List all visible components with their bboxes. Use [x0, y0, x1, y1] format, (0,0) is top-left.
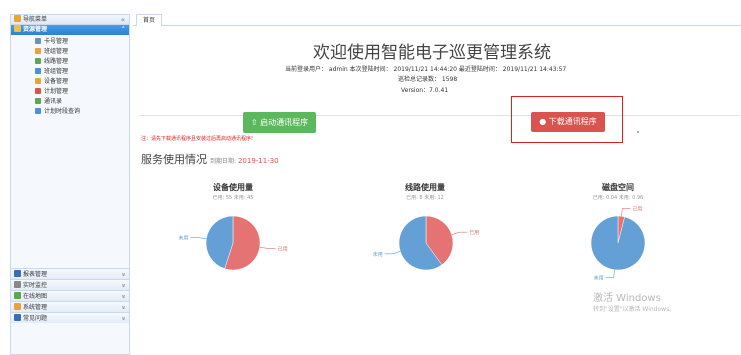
sidebar: 导航菜单 « 资源管理 ˄ 卡号管理 班组管理 线路管理 班组管理 设备管理 计划管理 通讯… [10, 14, 130, 355]
sidebar-item-label: 卡号管理 [44, 38, 69, 45]
chevron-down-icon[interactable]: » [117, 305, 128, 309]
sidebar-group[interactable]: 系统管理 » [11, 301, 129, 312]
sidebar-item[interactable]: 线路管理 [11, 57, 129, 67]
sidebar-item-label: 计划时段查询 [44, 108, 81, 115]
sidebar-group-icon [14, 292, 21, 299]
sidebar-item-icon [35, 68, 41, 74]
pie-label-line [190, 237, 207, 240]
sidebar-bottom-groups: 报表管理 » 实时监控 » 在线地图 » 系统管理 » 常见问题 » [11, 268, 129, 323]
sidebar-item-icon [35, 78, 41, 84]
sidebar-item-icon [35, 108, 41, 114]
pie-slice-label: 已用 [632, 206, 642, 212]
pie-slice-label: 已用 [469, 230, 479, 236]
sidebar-item-label: 通讯录 [44, 98, 63, 105]
sidebar-group[interactable]: 报表管理 » [11, 268, 129, 279]
sidebar-item-label: 线路管理 [44, 58, 69, 65]
pie-slice[interactable] [590, 215, 646, 271]
pie-slice-label: 未用 [373, 251, 383, 258]
sidebar-group-label: 报表管理 [23, 271, 48, 278]
sidebar-group[interactable]: 在线地图 » [11, 290, 129, 301]
sidebar-item-icon [35, 88, 41, 94]
sidebar-group-icon [14, 314, 21, 321]
sidebar-item[interactable]: 通讯录 [11, 97, 129, 107]
pie-label-line [259, 246, 276, 249]
chevron-up-icon[interactable]: ˄ [122, 25, 126, 35]
pie-label-line [384, 251, 401, 255]
sidebar-item[interactable]: 卡号管理 [11, 37, 129, 47]
sidebar-item[interactable]: 班组管理 [11, 47, 129, 57]
sidebar-group-icon [14, 303, 21, 310]
sidebar-item-label: 计划管理 [44, 88, 69, 95]
menu-icon [14, 15, 21, 22]
activation-watermark: 激活 Windows [593, 293, 661, 304]
pie-slice-label: 未用 [178, 235, 188, 242]
sidebar-group-label: 资源管理 [23, 26, 48, 33]
pie-label-line [605, 269, 615, 279]
sidebar-group[interactable]: 实时监控 » [11, 279, 129, 290]
sidebar-item[interactable]: 班组管理 [11, 67, 129, 77]
sidebar-item[interactable]: 计划管理 [11, 87, 129, 97]
sidebar-item[interactable]: 设备管理 [11, 77, 129, 87]
collapse-sidebar-icon[interactable]: « [121, 15, 125, 25]
main-panel: 首页 欢迎使用智能电子巡更管理系统 当前登录用户： admin 本次登陆时间： … [133, 14, 741, 355]
chevron-down-icon[interactable]: » [117, 283, 128, 287]
sidebar-item-icon [35, 58, 41, 64]
pie-label-line [621, 207, 631, 217]
sidebar-header-label: 导航菜单 [23, 16, 48, 23]
pie-label-line [451, 231, 468, 235]
sidebar-header: 导航菜单 « [11, 15, 129, 25]
sidebar-group-label: 实时监控 [23, 282, 48, 289]
sidebar-item-list: 卡号管理 班组管理 线路管理 班组管理 设备管理 计划管理 通讯录 计划时段查询 [11, 35, 129, 117]
sidebar-item[interactable]: 计划时段查询 [11, 107, 129, 117]
sidebar-item-label: 班组管理 [44, 68, 69, 75]
activation-watermark-hint: 转到"设置"以激活 Windows。 [593, 306, 676, 313]
sidebar-item-icon [35, 38, 41, 44]
sidebar-group-label: 常见问题 [23, 315, 48, 322]
chevron-down-icon[interactable]: » [117, 294, 128, 298]
sidebar-item-icon [35, 98, 41, 104]
sidebar-item-label: 班组管理 [44, 48, 69, 55]
sidebar-group-resources[interactable]: 资源管理 ˄ [11, 25, 129, 35]
top-strip [0, 0, 741, 14]
chevron-down-icon[interactable]: » [117, 272, 128, 276]
sidebar-group-icon [14, 270, 21, 277]
chevron-down-icon[interactable]: » [117, 316, 128, 320]
sidebar-group-icon [14, 281, 21, 288]
sidebar-group-label: 系统管理 [23, 304, 48, 311]
sidebar-group[interactable]: 常见问题 » [11, 312, 129, 323]
pie-slice-label: 未用 [594, 275, 604, 282]
sidebar-item-label: 设备管理 [44, 78, 69, 85]
pie-slice-label: 已用 [278, 246, 288, 252]
sidebar-item-icon [35, 48, 41, 54]
sidebar-group-label: 在线地图 [23, 293, 48, 300]
folder-icon [14, 25, 21, 32]
